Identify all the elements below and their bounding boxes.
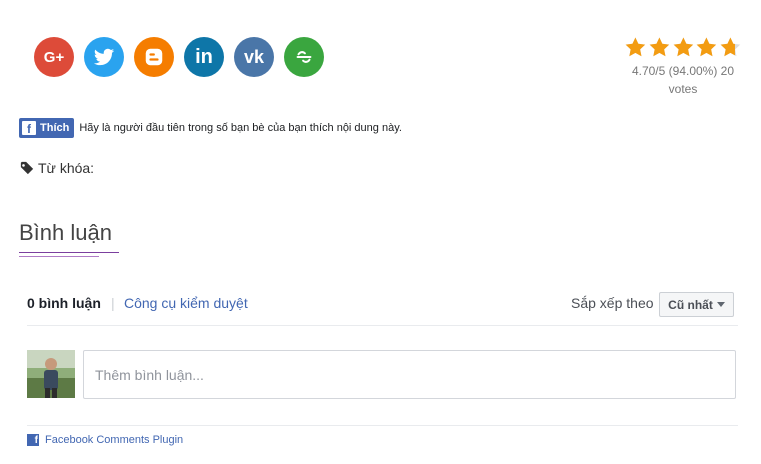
share-buttons: G+ in vk [34, 37, 324, 77]
sort-dropdown[interactable]: Cũ nhất [659, 292, 734, 317]
rating-summary: 4.70/5 (94.00%) 20 votes [624, 62, 742, 98]
facebook-like-widget: f Thích Hãy là người đầu tiên trong số b… [19, 118, 402, 138]
plugin-label: Facebook Comments Plugin [45, 434, 184, 446]
blogger-icon [145, 48, 163, 66]
google-plus-share-button[interactable]: G+ [34, 37, 74, 77]
comment-input[interactable] [83, 350, 736, 399]
linkedin-icon: in [195, 45, 213, 68]
title-underline [19, 252, 119, 253]
comments-header: 0 bình luận | Công cụ kiểm duyệt Sắp xếp… [27, 289, 738, 326]
star-icon[interactable] [672, 36, 695, 59]
chevron-down-icon [716, 302, 725, 307]
vk-share-button[interactable]: vk [234, 37, 274, 77]
facebook-like-text: Hãy là người đầu tiên trong số bạn bè củ… [79, 122, 402, 134]
twitter-icon [93, 48, 115, 66]
facebook-like-button[interactable]: f Thích [19, 118, 75, 138]
linkedin-share-button[interactable]: in [184, 37, 224, 77]
avatar [27, 350, 75, 398]
sharethis-icon [296, 51, 312, 63]
comments-section-title: Bình luận [19, 220, 112, 245]
google-plus-icon: G+ [43, 48, 65, 66]
user-photo [27, 350, 75, 398]
facebook-icon: f [22, 121, 36, 135]
star-icon[interactable] [648, 36, 671, 59]
star-icon[interactable] [695, 36, 718, 59]
blogger-share-button[interactable] [134, 37, 174, 77]
facebook-comments-plugin-link[interactable]: f Facebook Comments Plugin [27, 434, 183, 446]
rating-stars[interactable] [624, 36, 742, 59]
comment-count: 0 bình luận [27, 295, 101, 311]
star-rating: 4.70/5 (94.00%) 20 votes [624, 36, 742, 98]
facebook-icon: f [27, 434, 39, 446]
twitter-share-button[interactable] [84, 37, 124, 77]
tags-row: Từ khóa: [20, 160, 94, 176]
star-icon[interactable] [719, 36, 742, 59]
sort-label: Sắp xếp theo [571, 295, 654, 311]
rating-summary-line1: 4.70/5 (94.00%) 20 [631, 64, 735, 78]
footer-divider [27, 425, 738, 426]
facebook-like-label: Thích [40, 122, 70, 134]
header-separator: | [111, 295, 115, 311]
tag-icon [20, 161, 34, 175]
sharethis-share-button[interactable] [284, 37, 324, 77]
tags-label: Từ khóa: [38, 160, 95, 176]
rating-summary-line2: votes [668, 82, 698, 96]
moderation-tools-link[interactable]: Công cụ kiểm duyệt [124, 295, 248, 311]
vk-icon: vk [243, 46, 265, 67]
title-underline-secondary [19, 256, 99, 257]
sort-selected-value: Cũ nhất [668, 297, 713, 312]
star-icon[interactable] [624, 36, 647, 59]
